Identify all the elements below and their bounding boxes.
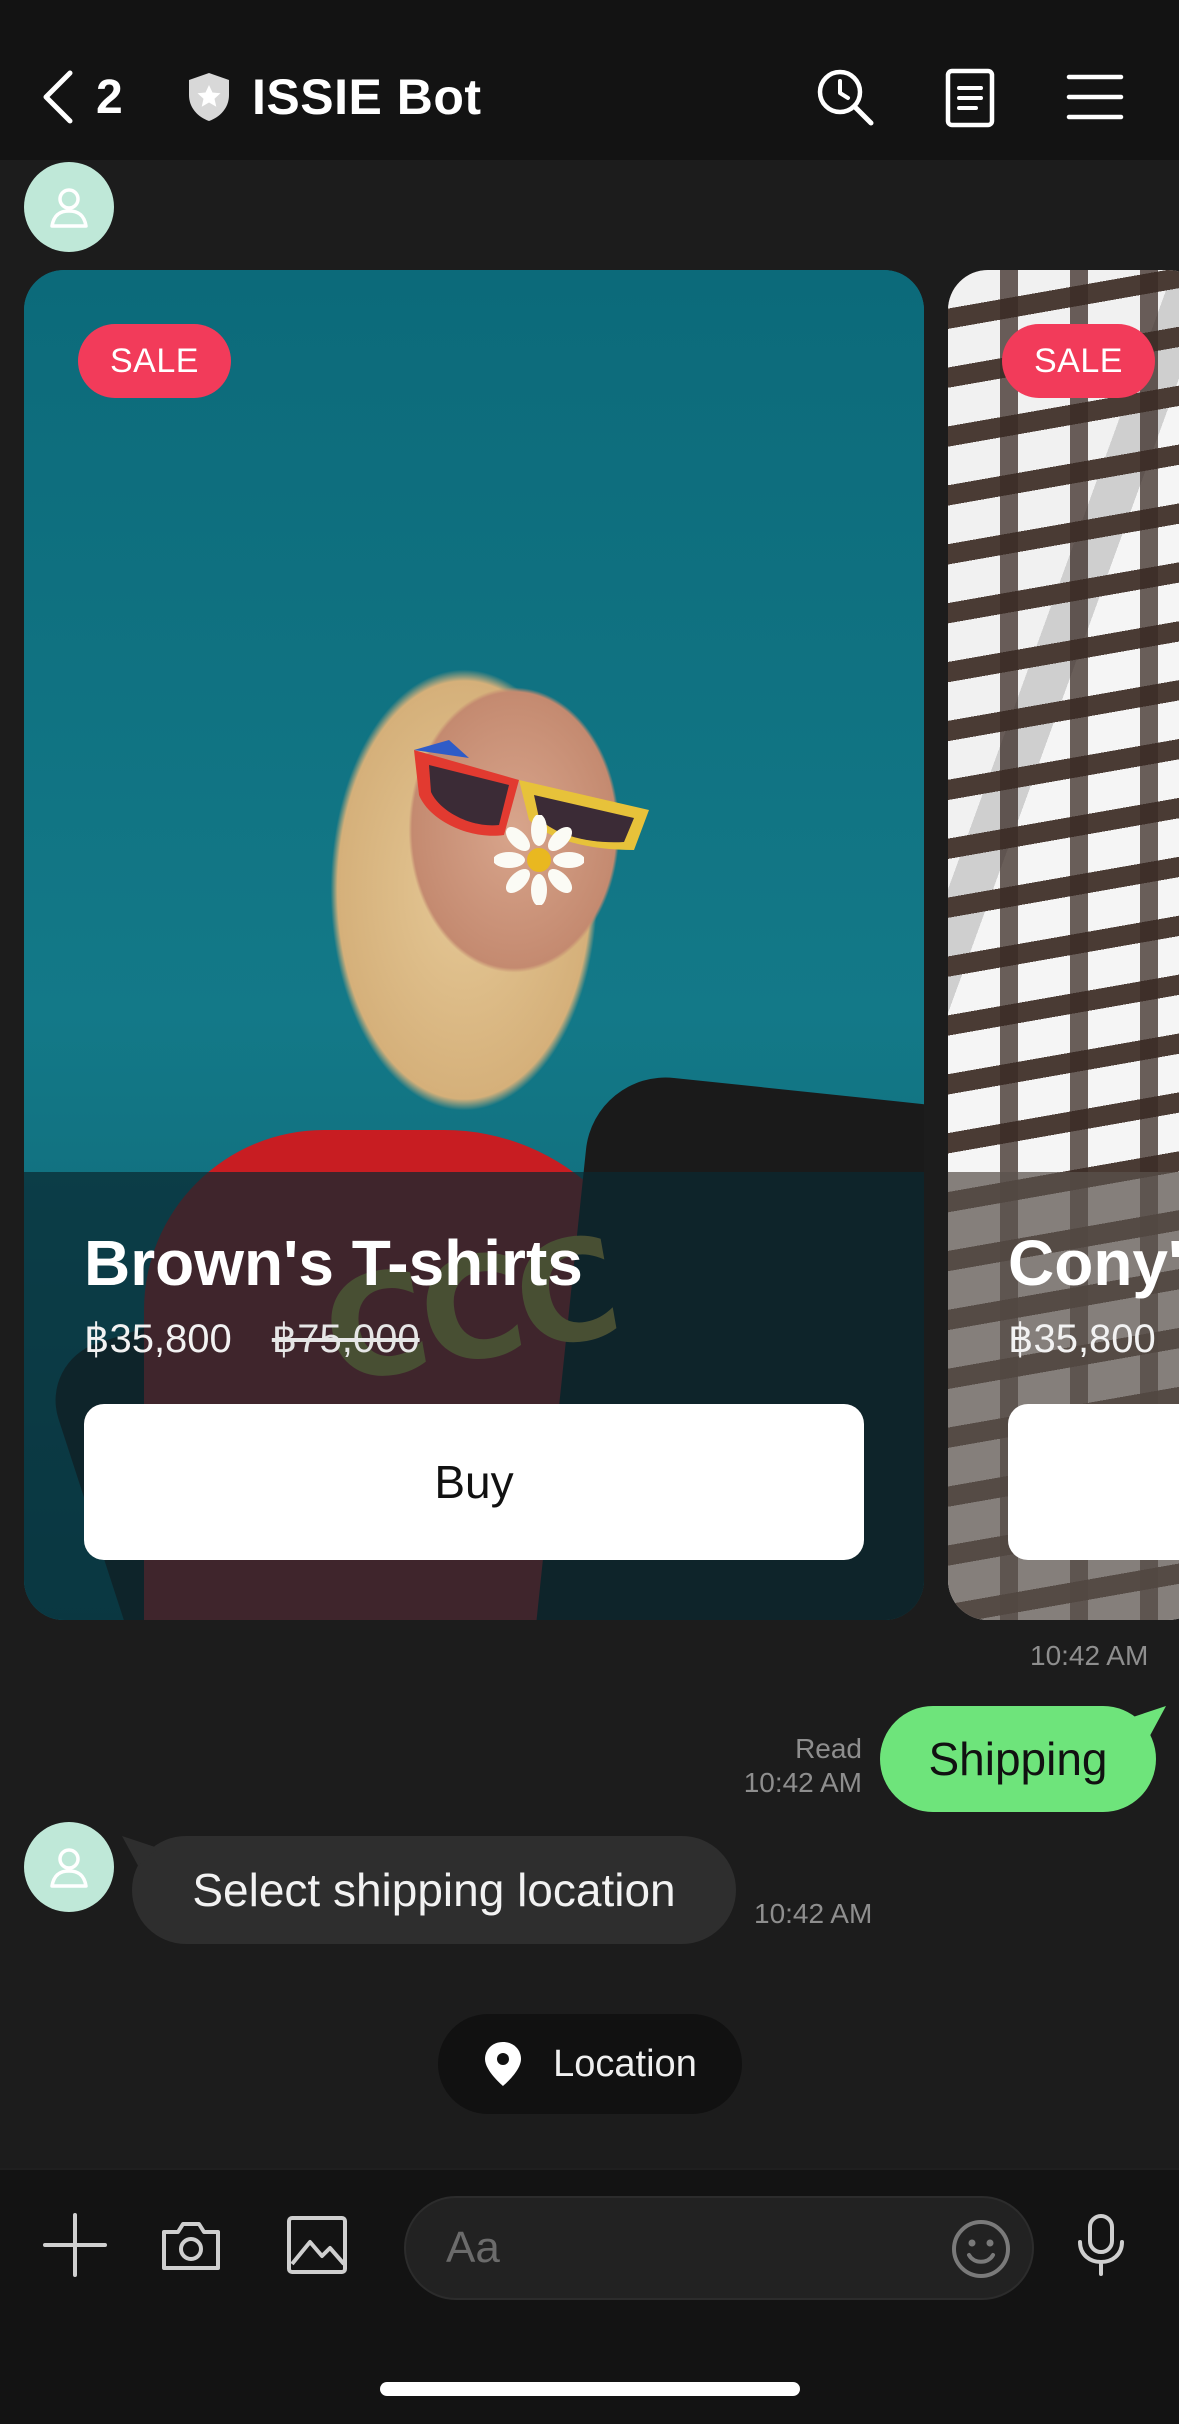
sale-price: ฿35,800: [84, 1317, 232, 1361]
camera-button[interactable]: [156, 2210, 226, 2280]
buy-button[interactable]: Buy: [84, 1404, 864, 1560]
product-price: ฿35,800 ฿75,000: [84, 1316, 420, 1362]
plus-icon: [43, 2213, 107, 2277]
message-text: Shipping: [928, 1733, 1108, 1785]
product-name: Brown's T-shirts: [84, 1227, 583, 1299]
notes-icon: [945, 68, 995, 128]
user-icon: [50, 1848, 88, 1888]
back-button[interactable]: 2: [36, 58, 146, 136]
product-card[interactable]: CCC SALE Brown's T-shirts ฿35,800฿75,000…: [24, 270, 924, 1620]
verified-shield-icon: [189, 73, 229, 121]
product-price: ฿35,800: [1008, 1317, 1156, 1361]
read-status: Read: [795, 1733, 862, 1764]
original-price: ฿75,000: [271, 1317, 420, 1361]
back-chevron-icon: [43, 70, 73, 124]
search-clock-icon: [817, 69, 874, 126]
message-field[interactable]: [404, 2196, 1034, 2300]
search-button[interactable]: [810, 62, 880, 132]
message-time: 10:42 AM: [754, 1898, 873, 1929]
page-title: ISSIE Bot: [252, 69, 482, 125]
gallery-button[interactable]: [282, 2210, 352, 2280]
daisy-graphic: [494, 815, 584, 905]
message-time: 10:42 AM: [743, 1767, 862, 1798]
location-quick-reply[interactable]: Location: [438, 2014, 742, 2114]
message-time: 10:42 AM: [1030, 1640, 1149, 1671]
bot-avatar[interactable]: [24, 162, 114, 252]
microphone-icon: [1078, 2214, 1124, 2276]
product-card[interactable]: SALE Cony' ฿35,800: [948, 270, 1179, 1620]
emoji-icon[interactable]: [950, 2218, 1012, 2280]
incoming-message[interactable]: Select shipping location: [122, 1836, 736, 1944]
chat-header: 2 ISSIE Bot: [0, 0, 1179, 160]
read-receipt: Read 10:42 AM: [720, 1732, 862, 1800]
image-icon: [287, 2216, 347, 2274]
bot-avatar[interactable]: [24, 1822, 114, 1912]
unread-count: 2: [96, 70, 123, 124]
add-button[interactable]: [40, 2210, 110, 2280]
chat-title[interactable]: ISSIE Bot: [186, 62, 482, 132]
sale-badge: SALE: [1002, 324, 1155, 398]
voice-button[interactable]: [1066, 2210, 1136, 2280]
menu-icon: [1066, 74, 1124, 120]
product-name: Cony': [1008, 1227, 1179, 1299]
notes-button[interactable]: [935, 62, 1005, 132]
menu-button[interactable]: [1060, 62, 1130, 132]
location-pin-icon: [485, 2042, 522, 2086]
message-input[interactable]: [446, 2198, 926, 2298]
quick-reply-label: Location: [553, 2042, 697, 2085]
user-icon: [50, 188, 88, 228]
home-indicator[interactable]: [380, 2382, 800, 2396]
message-text: Select shipping location: [192, 1864, 676, 1916]
sale-badge: SALE: [78, 324, 231, 398]
buy-button[interactable]: [1008, 1404, 1179, 1560]
camera-icon: [162, 2222, 220, 2270]
outgoing-message[interactable]: Shipping: [880, 1706, 1166, 1812]
